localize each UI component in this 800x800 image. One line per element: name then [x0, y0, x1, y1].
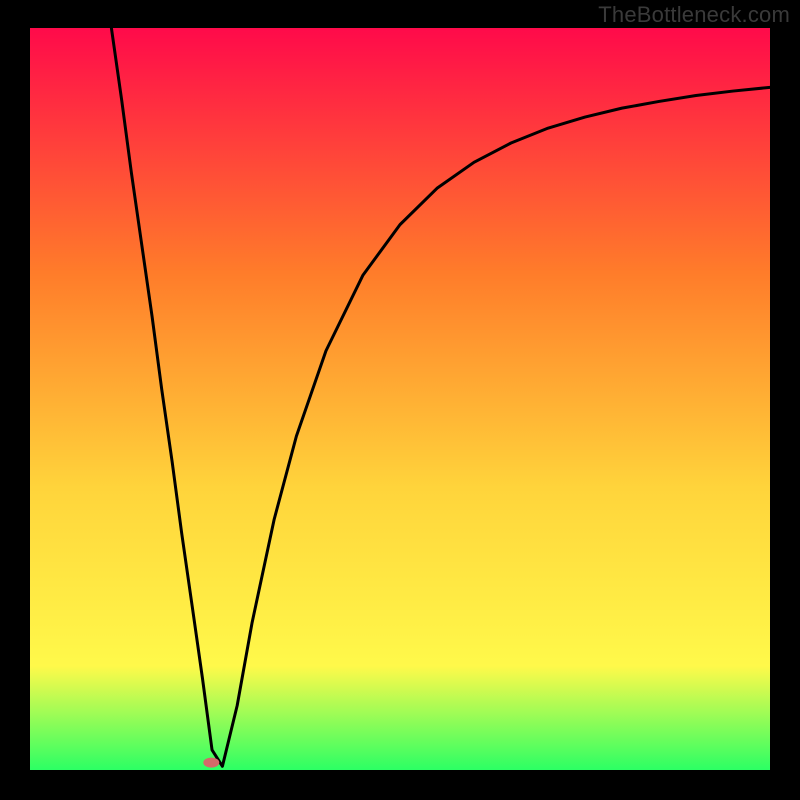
- chart-frame: TheBottleneck.com: [0, 0, 800, 800]
- minimum-marker: [203, 758, 219, 768]
- gradient-background: [30, 28, 770, 770]
- watermark-text: TheBottleneck.com: [598, 2, 790, 28]
- chart-canvas: [30, 28, 770, 770]
- plot-area: [30, 28, 770, 770]
